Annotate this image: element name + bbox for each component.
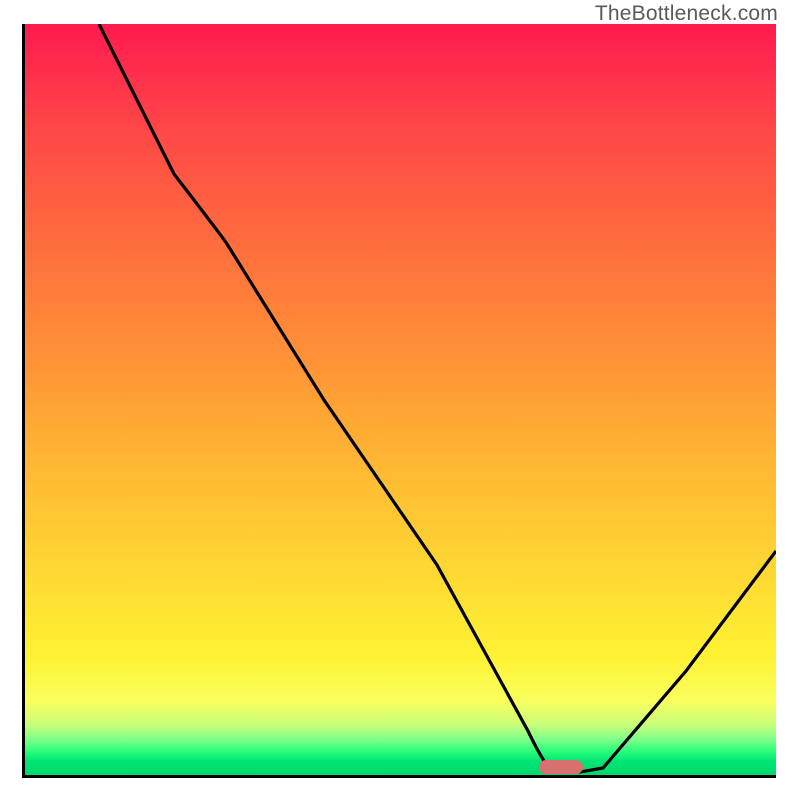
min-marker (539, 760, 583, 774)
chart-stage: TheBottleneck.com (0, 0, 800, 800)
watermark-text: TheBottleneck.com (595, 2, 778, 26)
y-axis (22, 24, 25, 778)
bottleneck-curve (99, 24, 776, 772)
plot-area (24, 24, 776, 776)
x-axis (24, 775, 776, 778)
curve-layer (24, 24, 776, 776)
